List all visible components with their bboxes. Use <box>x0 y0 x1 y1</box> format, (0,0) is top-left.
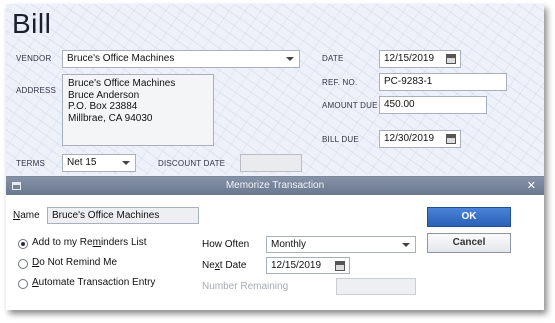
how-often-dropdown[interactable]: Monthly <box>266 236 416 253</box>
ref-no-value: PC-9283-1 <box>384 76 433 87</box>
chevron-down-icon[interactable] <box>122 161 130 165</box>
bill-due-field[interactable]: 12/30/2019 <box>379 130 461 148</box>
next-date-field[interactable]: 12/15/2019 <box>266 257 350 274</box>
automate-entry-option-label[interactable]: Automate Transaction Entry <box>32 277 155 288</box>
how-often-label: How Often <box>202 239 250 250</box>
date-field[interactable]: 12/15/2019 <box>379 50 461 68</box>
address-line: Millbrae, CA 94030 <box>68 112 153 124</box>
label-text: t Date <box>219 260 247 271</box>
name-field[interactable]: Bruce's Office Machines <box>47 207 199 224</box>
memorize-transaction-dialog: Memorize Transaction ✕ Name Bruce's Offi… <box>6 176 544 310</box>
option-text: o Not Remind Me <box>39 257 118 268</box>
discount-date-label: DISCOUNT DATE <box>158 159 226 168</box>
vendor-dropdown[interactable]: Bruce's Office Machines <box>62 50 300 68</box>
ref-no-field[interactable]: PC-9283-1 <box>379 73 507 91</box>
option-accel: m <box>92 237 101 248</box>
amount-due-value: 450.00 <box>384 99 415 110</box>
reminders-option-label[interactable]: Add to my Reminders List <box>32 237 147 248</box>
number-remaining-label: Number Remaining <box>202 281 289 292</box>
calendar-icon[interactable] <box>446 54 456 64</box>
vendor-value: Bruce's Office Machines <box>67 53 175 64</box>
discount-date-field[interactable] <box>240 154 302 172</box>
cancel-button[interactable]: Cancel <box>427 233 511 253</box>
dialog-title: Memorize Transaction <box>225 180 325 191</box>
terms-value: Net 15 <box>67 157 97 168</box>
reminders-radio[interactable] <box>18 239 28 249</box>
calendar-icon[interactable] <box>446 134 456 144</box>
do-not-remind-option-label[interactable]: Do Not Remind Me <box>32 257 117 268</box>
terms-dropdown[interactable]: Net 15 <box>62 154 136 172</box>
date-label: DATE <box>322 54 344 63</box>
bill-due-value: 12/30/2019 <box>384 133 435 144</box>
option-text: Add to my Re <box>32 237 93 248</box>
bill-form: Bill VENDOR Bruce's Office Machines ADDR… <box>6 4 544 174</box>
address-label: ADDRESS <box>16 86 57 95</box>
vendor-label: VENDOR <box>16 54 52 63</box>
do-not-remind-radio[interactable] <box>18 259 28 269</box>
screenshot-frame: Bill VENDOR Bruce's Office Machines ADDR… <box>6 4 544 310</box>
page-title: Bill <box>12 8 52 39</box>
ok-button[interactable]: OK <box>427 207 511 227</box>
name-label: Name <box>13 210 40 221</box>
amount-due-label: AMOUNT DUE <box>322 101 378 110</box>
how-often-value: Monthly <box>271 239 307 250</box>
terms-label: TERMS <box>16 159 45 168</box>
option-accel: A <box>32 277 39 288</box>
dialog-titlebar: Memorize Transaction ✕ <box>6 177 544 195</box>
label-text: Ne <box>202 260 215 271</box>
address-field[interactable]: Bruce's Office Machines Bruce Anderson P… <box>62 74 214 146</box>
next-date-label: Next Date <box>202 260 246 271</box>
automate-entry-radio[interactable] <box>18 279 28 289</box>
date-value: 12/15/2019 <box>384 53 435 64</box>
chevron-down-icon[interactable] <box>286 57 294 61</box>
name-value: Bruce's Office Machines <box>52 210 160 221</box>
next-date-value: 12/15/2019 <box>271 260 322 271</box>
option-text: utomate Transaction Entry <box>38 277 156 288</box>
ref-no-label: REF. NO. <box>322 78 358 87</box>
close-icon[interactable]: ✕ <box>527 179 536 192</box>
address-line: Bruce Anderson <box>68 89 140 101</box>
address-line: Bruce's Office Machines <box>68 78 176 89</box>
address-line: P.O. Box 23884 <box>68 101 138 112</box>
chevron-down-icon[interactable] <box>402 243 410 247</box>
calendar-icon[interactable] <box>335 261 345 271</box>
bill-due-label: BILL DUE <box>322 135 359 144</box>
number-remaining-field[interactable] <box>336 278 416 295</box>
amount-due-field[interactable]: 450.00 <box>379 96 487 114</box>
option-text: inders List <box>100 237 147 248</box>
name-label-text: ame <box>20 210 40 221</box>
